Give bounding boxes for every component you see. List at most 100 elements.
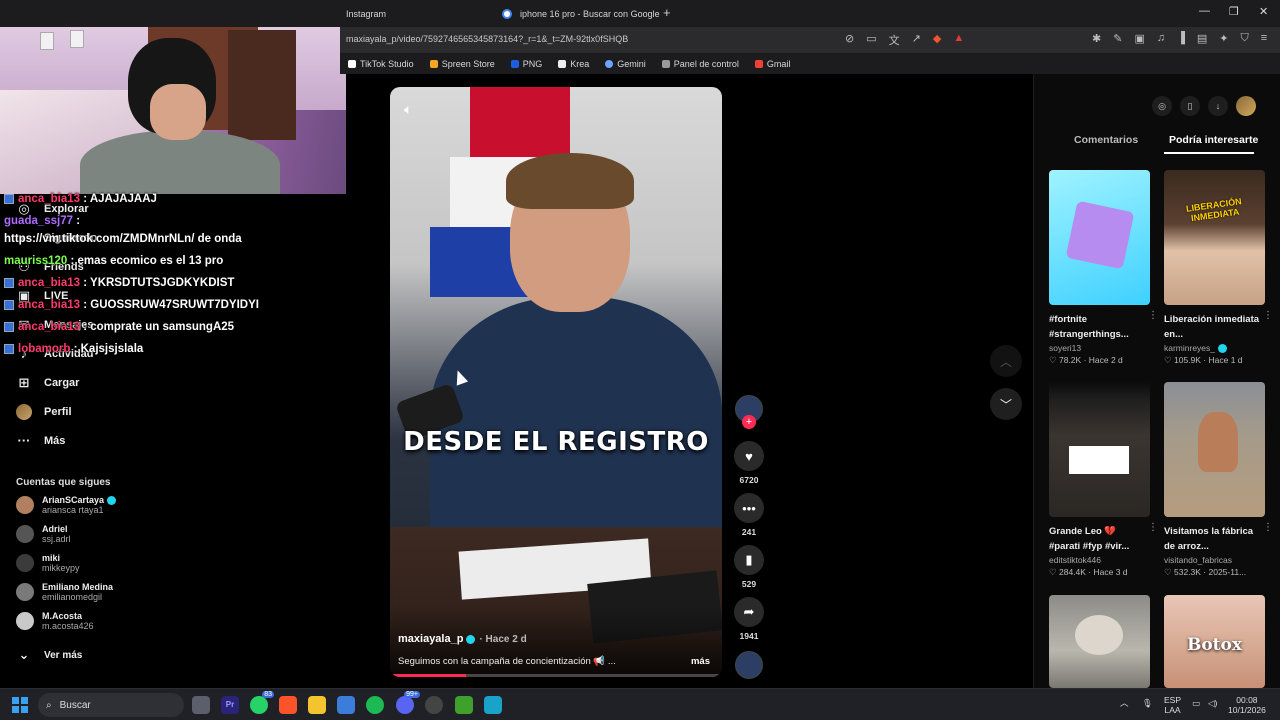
download-icon[interactable]: ↓ (1208, 96, 1228, 116)
share-button[interactable]: ➦ 1941 (734, 597, 764, 641)
account-item[interactable]: ArianSCartaya ariansca rtaya1 (16, 495, 117, 515)
phone-icon[interactable]: ▯ (1180, 96, 1200, 116)
video-progress-bar[interactable] (390, 674, 722, 677)
account-item[interactable]: Adriel ssj.adrl (16, 524, 71, 544)
recommended-video-card[interactable]: #fortnite #strangerthings... soyeri13 ♡ … (1049, 170, 1158, 366)
follow-button[interactable]: + (742, 415, 756, 429)
tiktok-icon (348, 59, 356, 68)
minecraft-icon[interactable] (455, 696, 473, 714)
premiere-icon[interactable]: Pr (221, 696, 239, 714)
nav-mas[interactable]: ··· Más (16, 433, 66, 448)
language-indicator[interactable]: ESP LAA (1164, 695, 1181, 715)
ai-icon[interactable]: ✦ (1219, 32, 1228, 45)
account-handle: mikkeypy (42, 563, 80, 573)
next-video-button[interactable]: ﹀ (990, 388, 1022, 420)
recommended-video-card[interactable]: Grande Leo 💔 #parati #fyp #vir... editst… (1049, 382, 1158, 578)
windows-start-icon[interactable] (12, 697, 28, 713)
user-avatar[interactable] (1236, 96, 1256, 116)
clock[interactable]: 00:08 10/1/2026 (1228, 695, 1266, 715)
more-options-icon[interactable]: ⋮ (1148, 522, 1158, 533)
spotify-icon[interactable] (366, 696, 384, 714)
bookmark-tiktok-studio[interactable]: TikTok Studio (348, 59, 414, 69)
brave-rewards-icon[interactable]: ▲ (953, 32, 964, 48)
recommended-video-card[interactable]: Botox (1164, 595, 1265, 688)
brave-shield-icon[interactable]: ◆ (933, 32, 941, 48)
edit-icon[interactable]: ✎ (1113, 32, 1122, 45)
discord-icon[interactable]: 99+ (396, 691, 420, 714)
tray-overflow-icon[interactable]: ︿ (1120, 698, 1129, 708)
vpn-icon[interactable]: ⛉ (1241, 32, 1249, 45)
volume-icon[interactable]: 🔈︎ (404, 101, 412, 118)
video-player[interactable]: DESDE EL REGISTRO 🔈︎ maxiayala_p · Hace 2… (390, 87, 722, 677)
url-field[interactable]: maxiayala_p/video/7592746565345873164?_r… (346, 34, 628, 44)
obs-icon[interactable] (425, 696, 443, 714)
bookmark-gemini[interactable]: Gemini (605, 59, 646, 69)
whatsapp-icon[interactable]: 83 (250, 691, 274, 714)
tab-google-search[interactable]: iphone 16 pro - Buscar con Google (502, 3, 660, 25)
network-icon[interactable]: ▭ (1192, 698, 1200, 708)
share-icon[interactable]: ↗ (912, 32, 921, 48)
chat-message: anca_bia13 : GUOSSRUW47SRUWT7DYIDYI (4, 299, 259, 311)
restore-icon[interactable]: ❐ (1229, 5, 1239, 18)
screenshot-icon[interactable]: ▣ (1134, 32, 1144, 45)
bookmark-gmail[interactable]: Gmail (754, 59, 790, 69)
bookmark-png[interactable]: PNG (510, 59, 542, 69)
sound-disc[interactable] (735, 651, 763, 679)
recommended-video-card[interactable] (1049, 595, 1150, 688)
more-button[interactable]: más (691, 656, 710, 667)
menu-icon[interactable]: ≡ (1261, 32, 1267, 45)
card-meta: ♡ 532.3K · 2025-11... (1164, 567, 1247, 577)
bookmark-krea[interactable]: Krea (558, 59, 589, 69)
file-explorer-icon[interactable] (308, 696, 326, 714)
account-name: M.Acosta (42, 611, 83, 621)
nav-perfil[interactable]: Perfil (16, 404, 72, 420)
more-options-icon[interactable]: ⋮ (1263, 310, 1273, 321)
sidebar-icon[interactable]: ▐ (1177, 32, 1185, 45)
recommended-video-card[interactable]: Visitamos la fábrica de arroz... visitan… (1164, 382, 1273, 578)
music-icon[interactable]: ♫ (1157, 32, 1165, 45)
microphone-icon[interactable]: 🎙︎ (1142, 698, 1153, 708)
video-author[interactable]: maxiayala_p · Hace 2 d (398, 633, 527, 645)
compass-icon[interactable]: ◎ (1152, 96, 1172, 116)
task-view-icon[interactable] (192, 696, 210, 714)
nav-label: Cargar (44, 377, 80, 389)
reader-icon[interactable]: ⊘ (845, 32, 854, 48)
avatar (16, 612, 34, 630)
taskbar-search[interactable]: ⌕ Buscar (38, 693, 184, 717)
card-meta: ♡ 105.9K · Hace 1 d (1164, 355, 1243, 366)
minimize-icon[interactable]: — (1199, 5, 1210, 17)
previous-video-button[interactable]: ︿ (990, 345, 1022, 377)
close-icon[interactable]: ✕ (1259, 5, 1268, 18)
notepad-icon[interactable] (484, 696, 502, 714)
chat-user: lobamorb (18, 343, 71, 355)
post-time: · Hace 2 d (479, 634, 527, 645)
translate-icon[interactable]: 文 (889, 32, 900, 48)
avatar (16, 496, 34, 515)
tab-comentarios[interactable]: Comentarios (1074, 134, 1138, 146)
cast-icon[interactable]: ▭ (866, 32, 876, 48)
more-options-icon[interactable]: ⋮ (1148, 310, 1158, 321)
bookmark-spreen-store[interactable]: Spreen Store (429, 59, 495, 69)
chat-user: anca_bia13 (18, 321, 81, 333)
like-button[interactable]: ♥ 6720 (734, 441, 764, 485)
comment-button[interactable]: ••• 241 (734, 493, 764, 537)
new-tab-button[interactable]: + (663, 5, 671, 20)
nav-cargar[interactable]: ⊞ Cargar (16, 375, 80, 391)
recommended-video-card[interactable]: LIBERACIÓN INMEDIATA Liberación inmediat… (1164, 170, 1273, 366)
more-options-icon[interactable]: ⋮ (1263, 522, 1273, 533)
wallet-icon[interactable]: ▤ (1197, 32, 1207, 45)
account-item[interactable]: M.Acosta m.acosta426 (16, 611, 94, 631)
plus-icon: ⊞ (18, 375, 30, 390)
tab-instagram[interactable]: Instagram (346, 3, 386, 25)
extension-icon[interactable]: ✱ (1092, 32, 1101, 45)
account-item[interactable]: miki mikkeypy (16, 553, 80, 573)
video-thumbnail: Botox (1164, 595, 1265, 688)
volume-icon[interactable]: ◁) (1208, 698, 1217, 708)
bookmark-panel-control[interactable]: Panel de control (661, 59, 739, 69)
bookmark-button[interactable]: ▮ 529 (734, 545, 764, 589)
see-more-button[interactable]: ⌄ Ver más (16, 647, 83, 663)
tab-podria-interesarte[interactable]: Podría interesarte (1169, 134, 1258, 146)
store-icon[interactable] (337, 696, 355, 714)
account-item[interactable]: Emiliano Medina emilianomedgil (16, 582, 113, 602)
brave-browser-icon[interactable] (279, 696, 297, 714)
